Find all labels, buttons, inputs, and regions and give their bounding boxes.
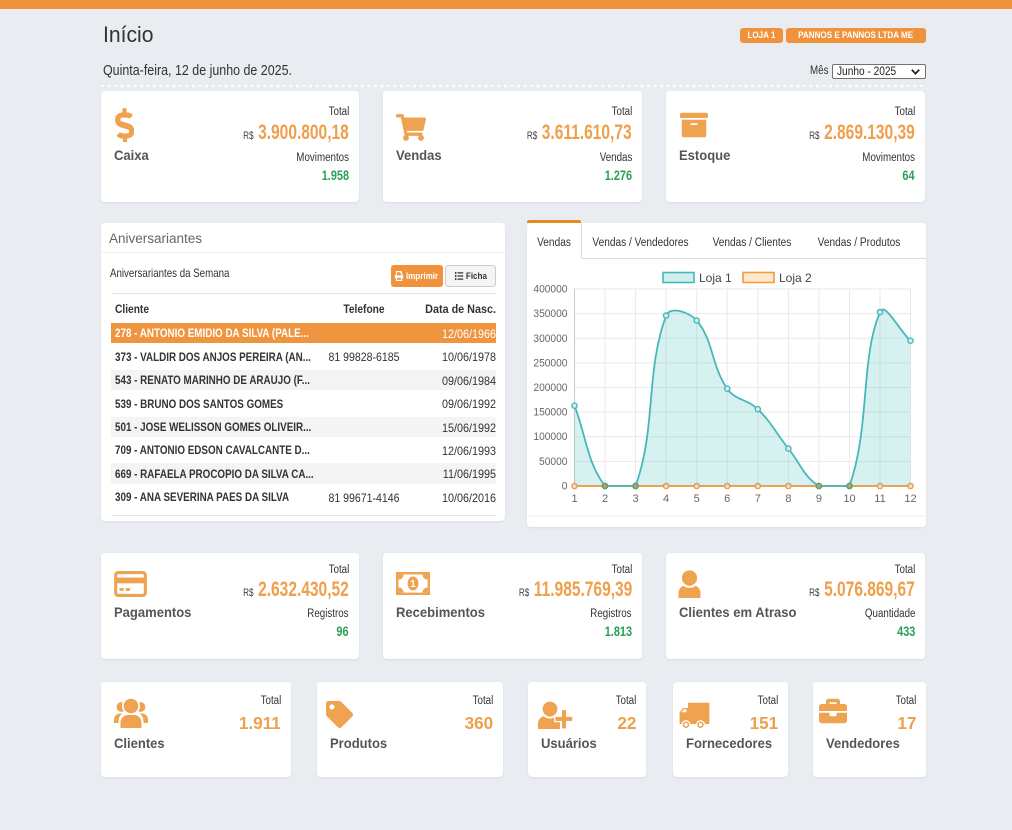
svg-text:150000: 150000 xyxy=(533,406,567,418)
svg-text:200000: 200000 xyxy=(533,382,567,394)
svg-text:9: 9 xyxy=(816,493,822,505)
svg-text:3: 3 xyxy=(633,493,639,505)
svg-text:11: 11 xyxy=(874,493,885,505)
svg-text:250000: 250000 xyxy=(533,357,567,369)
svg-text:6: 6 xyxy=(724,493,730,505)
svg-text:4: 4 xyxy=(663,493,669,505)
svg-text:5: 5 xyxy=(694,493,700,505)
svg-text:7: 7 xyxy=(755,493,761,505)
svg-text:12: 12 xyxy=(904,493,916,505)
svg-text:100000: 100000 xyxy=(533,431,567,443)
svg-text:1: 1 xyxy=(410,579,416,590)
svg-text:0: 0 xyxy=(562,480,568,492)
svg-text:300000: 300000 xyxy=(533,332,567,344)
svg-text:400000: 400000 xyxy=(533,283,567,295)
svg-text:2: 2 xyxy=(602,493,608,505)
svg-text:8: 8 xyxy=(785,493,791,505)
svg-text:Loja 2: Loja 2 xyxy=(779,271,812,285)
svg-text:Loja 1: Loja 1 xyxy=(699,271,732,285)
svg-text:350000: 350000 xyxy=(533,308,567,320)
svg-text:10: 10 xyxy=(843,493,855,505)
svg-text:50000: 50000 xyxy=(539,456,568,468)
svg-text:1: 1 xyxy=(571,493,577,505)
